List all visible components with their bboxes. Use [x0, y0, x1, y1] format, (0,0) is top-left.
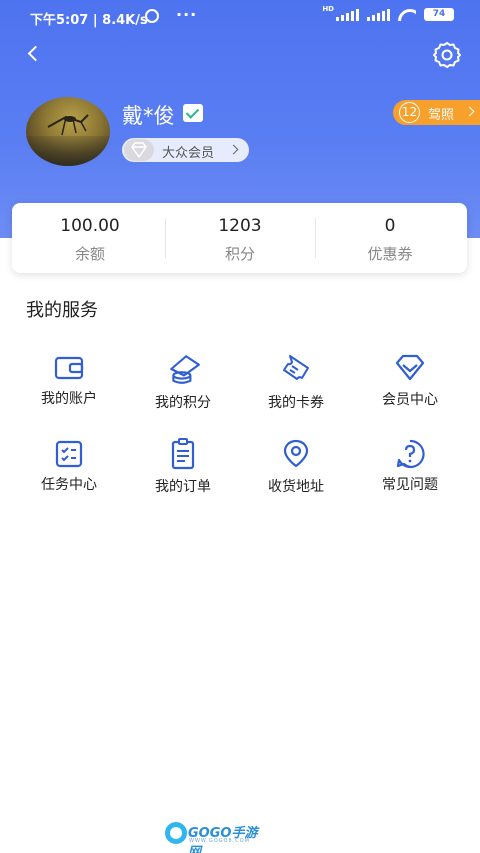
services-title: 我的服务 — [26, 300, 98, 321]
service-label: 我的积分 — [155, 395, 211, 411]
ticket-icon — [283, 355, 309, 380]
points-icon — [170, 355, 200, 384]
license-button[interactable]: 12 驾照 — [393, 100, 480, 125]
stats-card: 100.00 余额 1203 积分 0 优惠券 — [12, 203, 467, 273]
stat-coupons[interactable]: 0 优惠券 — [315, 203, 465, 273]
question-icon — [396, 439, 425, 469]
hd-badge: HD — [322, 4, 334, 13]
battery-icon: 74 — [424, 8, 454, 21]
username: 戴*俊 — [122, 104, 175, 128]
chevron-right-icon — [228, 144, 239, 155]
member-level-button[interactable]: 大众会员 — [122, 138, 249, 162]
watermark-logo: GOGO手游网 WWW.GOGO8.COM — [165, 820, 260, 853]
chevron-right-icon — [464, 106, 475, 117]
status-time: 下午5:07 | 8.4K/s — [30, 13, 148, 28]
alarm-icon — [145, 9, 159, 23]
gogo-logo-icon — [165, 822, 187, 844]
verified-check-icon — [183, 104, 203, 122]
service-label: 我的账户 — [41, 391, 97, 407]
service-task-center[interactable]: 任务中心 — [14, 438, 124, 508]
service-label: 我的订单 — [155, 479, 211, 495]
service-my-account[interactable]: 我的账户 — [14, 352, 124, 422]
checklist-icon — [55, 440, 83, 468]
avatar[interactable] — [26, 97, 110, 166]
service-label: 任务中心 — [41, 477, 97, 493]
stat-points[interactable]: 1203 积分 — [165, 203, 315, 273]
wallet-icon — [54, 356, 84, 380]
service-shipping-address[interactable]: 收货地址 — [241, 438, 351, 508]
member-diamond-icon — [124, 139, 154, 161]
member-level-label: 大众会员 — [162, 146, 215, 161]
signal-icon — [336, 8, 359, 21]
service-label: 收货地址 — [268, 479, 324, 495]
wifi-icon — [398, 9, 416, 21]
signal-icon-2 — [367, 8, 390, 21]
service-faq[interactable]: 常见问题 — [355, 438, 465, 508]
service-my-coupons[interactable]: 我的卡券 — [241, 352, 351, 422]
more-notifications-icon: ··· — [176, 5, 198, 24]
service-my-points[interactable]: 我的积分 — [128, 352, 238, 422]
status-bar: 下午5:07 | 8.4K/s ··· HD 74 — [0, 0, 480, 34]
service-label: 常见问题 — [382, 477, 438, 493]
location-pin-icon — [283, 439, 309, 468]
status-indicators: HD 74 — [322, 4, 454, 21]
service-my-orders[interactable]: 我的订单 — [128, 438, 238, 508]
service-label: 会员中心 — [382, 392, 438, 408]
service-label: 我的卡券 — [268, 395, 324, 411]
license-count-badge: 12 — [399, 102, 420, 123]
stat-balance[interactable]: 100.00 余额 — [15, 203, 165, 273]
settings-gear-icon[interactable] — [432, 40, 462, 70]
license-label: 驾照 — [428, 108, 455, 123]
order-clipboard-icon — [171, 438, 195, 470]
back-button[interactable] — [22, 42, 46, 66]
diamond-icon — [395, 354, 425, 381]
service-member-center[interactable]: 会员中心 — [355, 352, 465, 422]
